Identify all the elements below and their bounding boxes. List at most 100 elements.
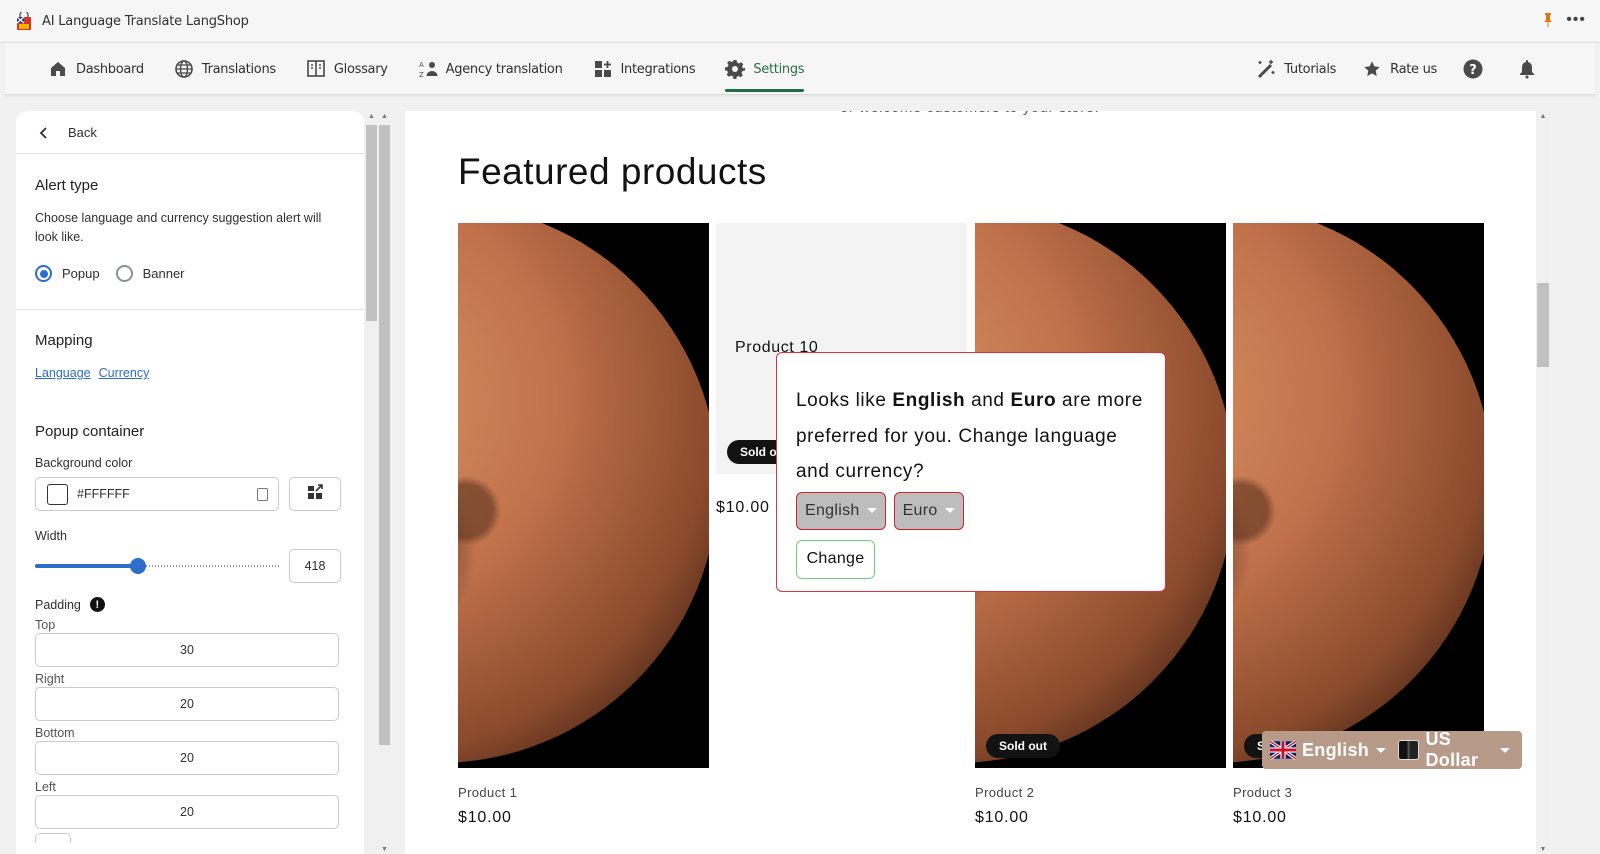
svg-text:Z: Z (419, 71, 424, 79)
currency-icon (1398, 740, 1420, 760)
alert-type-radio-group: Popup Banner (35, 265, 345, 282)
product-image[interactable] (458, 223, 709, 768)
width-label: Width (35, 529, 67, 543)
next-field-stub[interactable] (35, 833, 71, 843)
radio-popup-dot[interactable] (35, 265, 52, 282)
language-currency-switcher: English US Dollar (1262, 729, 1522, 771)
padding-top-input[interactable]: 30 (35, 633, 339, 667)
welcome-text: or welcome customers to your store. (840, 111, 1099, 116)
suggestion-popup: Looks like English and Euro are more pre… (776, 352, 1166, 592)
eyedropper-icon[interactable] (257, 488, 268, 501)
popup-msg-prefix: Looks like (796, 390, 893, 411)
scroll-up-arrow-icon[interactable]: ▲ (365, 111, 378, 121)
product-name[interactable]: Product 1 (458, 785, 709, 800)
star-icon (1362, 59, 1382, 79)
chevron-left-icon (38, 126, 50, 139)
nav-glossary-label: Glossary (333, 61, 388, 77)
product-name[interactable]: Product 3 (1233, 785, 1484, 800)
nav-dashboard[interactable]: Dashboard (48, 43, 144, 95)
panel-outer-scrollbar-thumb[interactable] (379, 125, 390, 745)
width-input[interactable]: 418 (289, 549, 341, 583)
nav-agency-translation[interactable]: AZ Agency translation (418, 43, 563, 95)
panel-outer-scrollbar[interactable]: ▲ ▼ (378, 111, 391, 854)
caret-down-icon (866, 508, 877, 513)
panel-inner-scrollbar-thumb[interactable] (366, 125, 377, 321)
back-label: Back (68, 124, 97, 140)
product-card[interactable]: Product 1 $10.00 (458, 223, 709, 827)
popup-currency-select[interactable]: Euro (893, 491, 964, 530)
padding-bottom-input[interactable]: 20 (35, 741, 339, 775)
color-picker-button[interactable] (289, 477, 341, 511)
nav-integrations-label: Integrations (620, 61, 696, 77)
svg-text:?: ? (1469, 63, 1477, 78)
caret-down-icon (944, 508, 955, 513)
switcher-language[interactable]: English (1270, 740, 1398, 761)
app-titlebar: AI Language Translate LangShop ••• (0, 0, 1600, 43)
nav-settings-label: Settings (753, 61, 805, 77)
store-preview: or welcome customers to your store. Feat… (405, 111, 1536, 854)
more-options-icon[interactable]: ••• (1566, 12, 1586, 28)
mapping-section: Mapping Language Currency (16, 310, 364, 408)
radio-popup[interactable]: Popup (35, 265, 100, 282)
settings-panel: Back Alert type Choose language and curr… (16, 111, 364, 854)
svg-text:A: A (419, 61, 424, 69)
scroll-up-arrow-icon[interactable]: ▲ (378, 111, 391, 121)
background-color-value: #FFFFFF (77, 487, 130, 501)
padding-top-label: Top (35, 618, 56, 632)
popup-language-select[interactable]: English (796, 491, 886, 530)
background-color-label: Background color (35, 456, 133, 470)
info-icon[interactable]: ! (89, 597, 105, 612)
nav-tutorials[interactable]: Tutorials (1256, 43, 1336, 95)
nav-settings[interactable]: Settings (725, 43, 805, 95)
pin-icon[interactable] (1542, 12, 1554, 28)
radio-banner-label: Banner (142, 266, 185, 281)
panel-inner-scrollbar[interactable]: ▲ (365, 111, 378, 854)
padding-right-input[interactable]: 20 (35, 687, 339, 721)
preview-scrollbar[interactable]: ▲ ▼ (1536, 111, 1550, 854)
change-button[interactable]: Change (796, 539, 875, 579)
switcher-currency[interactable]: US Dollar (1398, 729, 1522, 771)
switcher-currency-label: US Dollar (1425, 729, 1479, 770)
magic-wand-icon (1256, 59, 1276, 79)
padding-left-input[interactable]: 20 (35, 795, 339, 829)
popup-language-value: English (805, 501, 860, 519)
gear-icon (725, 59, 746, 79)
nav-rate-us[interactable]: Rate us (1362, 43, 1437, 95)
preview-scrollbar-thumb[interactable] (1537, 283, 1549, 367)
notifications-button[interactable] (1517, 43, 1545, 95)
nav-translations-label: Translations (201, 61, 276, 77)
nav-translations[interactable]: Translations (174, 43, 276, 95)
nav-integrations[interactable]: Integrations (593, 43, 696, 95)
app-title: AI Language Translate LangShop (42, 13, 249, 29)
product-image[interactable]: Sold out (1233, 223, 1484, 768)
apps-icon (593, 59, 613, 79)
back-button[interactable]: Back (16, 111, 364, 154)
scroll-up-arrow-icon[interactable]: ▲ (1536, 111, 1550, 121)
scroll-down-arrow-icon[interactable]: ▼ (1536, 844, 1550, 854)
alert-type-title: Alert type (35, 177, 99, 194)
padding-right-label: Right (35, 672, 65, 686)
switcher-language-label: English (1302, 739, 1370, 760)
popup-message: Looks like English and Euro are more pre… (796, 383, 1146, 490)
product-name[interactable]: Product 2 (975, 785, 1226, 800)
padding-label: Padding (35, 597, 81, 612)
radio-banner[interactable]: Banner (115, 265, 185, 282)
radio-banner-dot[interactable] (115, 265, 133, 282)
mapping-currency-link[interactable]: Currency (99, 366, 150, 380)
uk-flag-icon (1270, 740, 1296, 760)
mars-image (458, 223, 709, 763)
help-button[interactable]: ? (1463, 43, 1491, 95)
featured-products-title: Featured products (458, 151, 767, 192)
nav-glossary[interactable]: Glossary (306, 43, 388, 95)
width-slider-fill (35, 564, 139, 568)
color-swatch[interactable] (47, 483, 68, 505)
background-color-input[interactable]: #FFFFFF (35, 477, 279, 511)
mapping-language-link[interactable]: Language (35, 366, 91, 380)
width-slider-thumb[interactable] (130, 558, 147, 574)
popup-currency-value: Euro (902, 501, 938, 519)
popup-msg-and: and (965, 390, 1011, 411)
help-icon: ? (1463, 59, 1483, 79)
width-slider[interactable] (35, 558, 281, 574)
scroll-down-arrow-icon[interactable]: ▼ (378, 844, 391, 854)
alert-type-description: Choose language and currency suggestion … (35, 211, 322, 244)
